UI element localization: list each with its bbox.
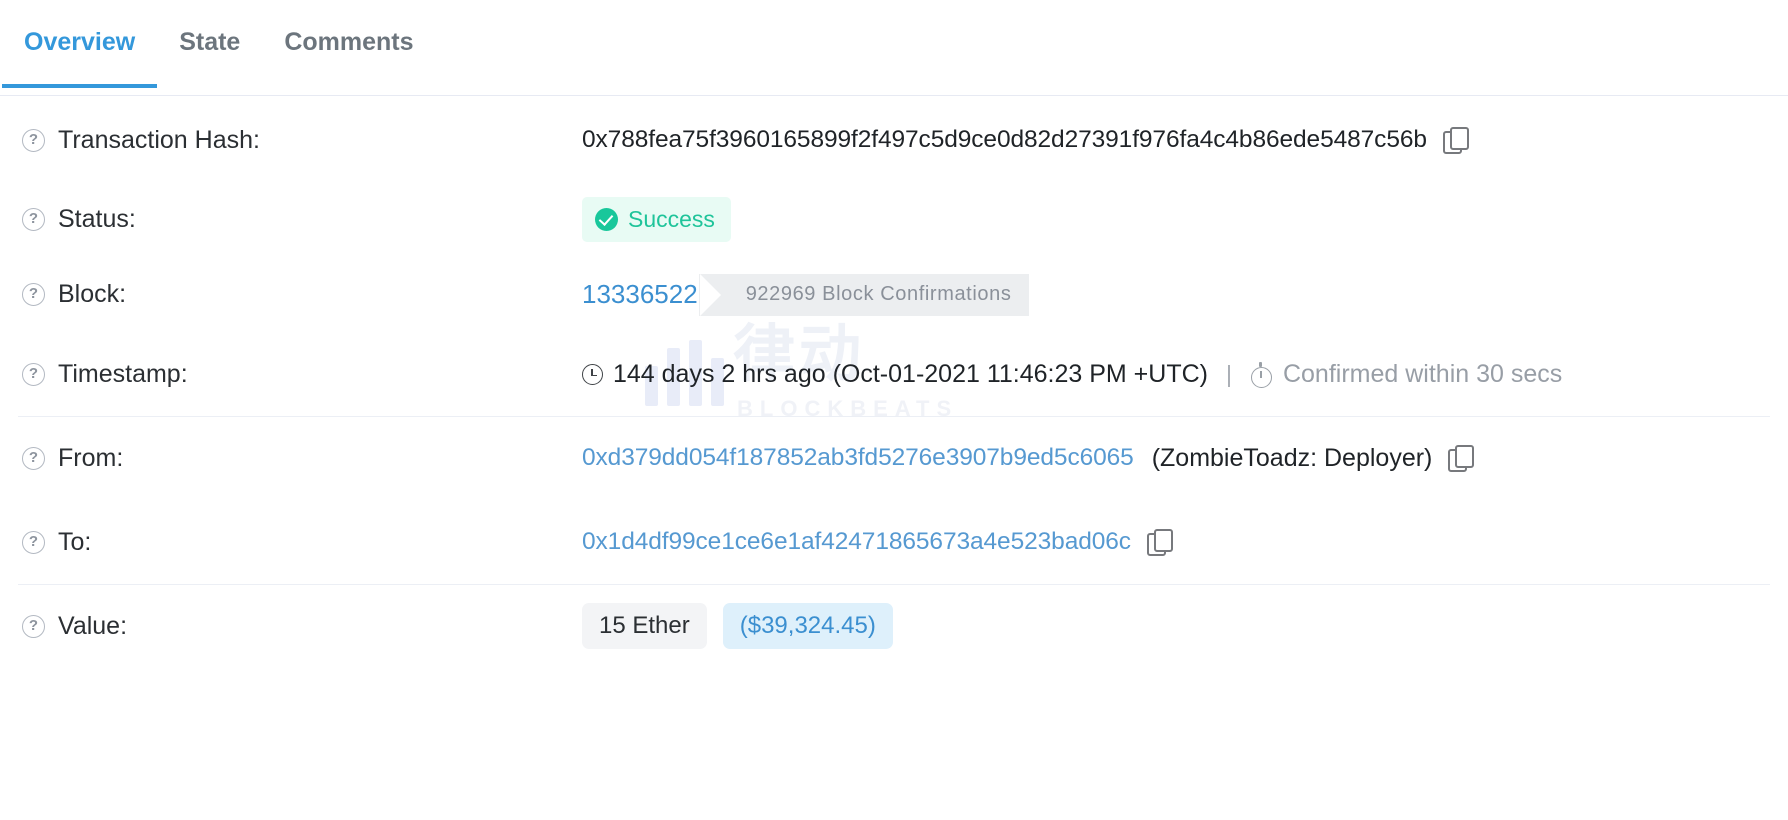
tab-comments[interactable]: Comments [262,0,435,87]
to-address-link[interactable]: 0x1d4df99ce1ce6e1af42471865673a4e523bad0… [582,528,1131,556]
copy-icon[interactable] [1448,445,1475,472]
copy-icon[interactable] [1146,529,1173,556]
row-value: ? Value: 15 Ether ($39,324.45) [0,584,1788,668]
timestamp-divider: | [1225,360,1232,387]
timestamp-age: 144 days 2 hrs ago (Oct-01-2021 11:46:23… [582,360,1208,389]
row-from: ? From: 0xd379dd054f187852ab3fd5276e3907… [0,416,1788,500]
label-transaction-hash: ? Transaction Hash: [22,126,582,155]
overview-rows: ? Transaction Hash: 0x788fea75f396016589… [0,96,1788,668]
value-to: 0x1d4df99ce1ce6e1af42471865673a4e523bad0… [582,528,1173,556]
question-mark-icon[interactable]: ? [22,530,45,554]
timestamp-age-text: 144 days 2 hrs ago (Oct-01-2021 11:46:23… [613,359,1208,388]
stopwatch-icon [1250,361,1272,388]
tab-state[interactable]: State [157,0,262,87]
value-timestamp: 144 days 2 hrs ago (Oct-01-2021 11:46:23… [582,360,1562,389]
row-status: ? Status: Success [0,182,1788,257]
confirmed-within: Confirmed within 30 secs [1250,360,1562,389]
value-ether-badge: 15 Ether [582,603,707,649]
question-mark-icon[interactable]: ? [22,614,45,638]
label-text: From: [58,443,124,472]
value-amount: 15 Ether ($39,324.45) [582,603,893,649]
value-transaction-hash: 0x788fea75f3960165899f2f497c5d9ce0d82d27… [582,126,1469,154]
row-transaction-hash: ? Transaction Hash: 0x788fea75f396016589… [0,98,1788,182]
row-to: ? To: 0x1d4df99ce1ce6e1af42471865673a4e5… [0,500,1788,584]
check-circle-icon [595,208,618,231]
label-text: Block: [58,280,127,308]
from-address-tag: (ZombieToadz: Deployer) [1151,443,1433,472]
label-value: ? Value: [22,612,582,641]
transaction-hash-value: 0x788fea75f3960165899f2f497c5d9ce0d82d27… [582,126,1427,153]
question-mark-icon[interactable]: ? [22,446,45,470]
value-status: Success [582,197,731,242]
question-mark-icon[interactable]: ? [22,283,45,306]
label-text: To: [58,527,92,556]
label-block: ? Block: [22,280,582,309]
label-timestamp: ? Timestamp: [22,360,582,389]
label-text: Status: [58,205,136,233]
value-block: 13336522 922969 Block Confirmations [582,273,1030,316]
question-mark-icon[interactable]: ? [22,362,45,386]
label-status: ? Status: [22,205,582,234]
label-to: ? To: [22,528,582,557]
tab-bar: Overview State Comments [0,0,1788,96]
label-text: Timestamp: [58,359,188,388]
block-confirmations-badge: 922969 Block Confirmations [698,273,1030,316]
label-from: ? From: [22,444,582,473]
block-number-link[interactable]: 13336522 [582,279,698,310]
label-text: Transaction Hash: [58,125,260,154]
transaction-details-page: 律动 BLOCKBEATS Overview State Comments ? … [0,0,1788,820]
block-confirmations-text: 922969 Block Confirmations [719,273,1030,316]
confirmed-within-text: Confirmed within 30 secs [1282,359,1563,388]
copy-icon[interactable] [1442,127,1469,154]
clock-icon [582,363,603,385]
value-from: 0xd379dd054f187852ab3fd5276e3907b9ed5c60… [582,443,1475,473]
status-badge: Success [582,197,731,242]
from-address-link[interactable]: 0xd379dd054f187852ab3fd5276e3907b9ed5c60… [582,444,1134,472]
label-text: Value: [58,611,128,640]
value-usd-badge: ($39,324.45) [722,603,893,649]
tab-overview[interactable]: Overview [2,0,158,88]
question-mark-icon[interactable]: ? [22,128,45,152]
question-mark-icon[interactable]: ? [22,208,45,231]
row-timestamp: ? Timestamp: 144 days 2 hrs ago (Oct-01-… [0,332,1788,416]
row-block: ? Block: 13336522 922969 Block Confirmat… [0,257,1788,332]
status-text: Success [628,206,715,232]
